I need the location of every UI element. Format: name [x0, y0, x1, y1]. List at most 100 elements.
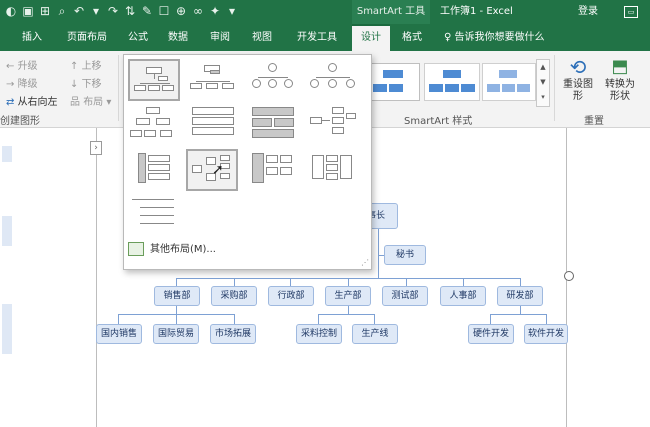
connector-line: [176, 314, 177, 324]
layout-name-title-org-chart[interactable]: [188, 59, 240, 101]
org-node-material-control[interactable]: 采料控制: [296, 324, 342, 344]
ribbon-display-options-icon[interactable]: ▭: [624, 6, 638, 18]
more-styles-icon[interactable]: ▾: [537, 90, 549, 105]
connector-line: [348, 278, 349, 286]
org-node-dept-admin[interactable]: 行政部: [268, 286, 314, 306]
move-down-button[interactable]: ↓ 下移: [70, 75, 102, 90]
resize-grip-icon[interactable]: ⋰: [361, 258, 369, 267]
text-icon[interactable]: ✦: [208, 3, 222, 19]
tell-me-search[interactable]: ♀ 告诉我你想要做什么: [444, 24, 545, 51]
org-node-domestic-sales[interactable]: 国内销售: [96, 324, 142, 344]
smartart-style-subtle[interactable]: [424, 63, 480, 101]
tab-developer[interactable]: 开发工具: [288, 24, 346, 51]
layout-labeled-hierarchy[interactable]: [188, 103, 240, 145]
scroll-down-icon[interactable]: ▼: [537, 75, 549, 90]
sort-icon[interactable]: ⇅: [123, 3, 137, 19]
reset-graphic-button[interactable]: ⟲ 重设图形: [560, 55, 596, 103]
layout-hierarchy-list[interactable]: [128, 149, 180, 191]
save-icon[interactable]: ▣: [21, 3, 35, 19]
move-up-button[interactable]: ↑ 上移: [70, 57, 102, 72]
smartart-style-moderate[interactable]: [482, 63, 536, 101]
login-link[interactable]: 登录: [578, 0, 598, 24]
convert-label: 转换为: [605, 79, 635, 90]
demote-button[interactable]: → 降级: [6, 75, 38, 90]
org-node-dept-purchasing[interactable]: 采购部: [211, 286, 257, 306]
customize-qat-icon[interactable]: ▾: [225, 3, 239, 19]
org-node-intl-trade[interactable]: 国际贸易: [153, 324, 199, 344]
layout-architecture[interactable]: [248, 149, 300, 191]
text-pane-edge: [2, 146, 12, 162]
layout-lined-list[interactable]: [128, 193, 180, 235]
layout-horizontal-hierarchy[interactable]: ➚: [186, 149, 238, 191]
promote-button[interactable]: ← 升级: [6, 57, 38, 72]
undo-dropdown-icon[interactable]: ▾: [89, 3, 103, 19]
layout-org-chart[interactable]: [128, 59, 180, 101]
layout-hierarchy[interactable]: [128, 103, 180, 145]
group-divider: [118, 55, 119, 121]
org-node-dept-hr[interactable]: 人事部: [440, 286, 486, 306]
smartart-style-simple[interactable]: [368, 63, 420, 101]
tab-design[interactable]: 设计: [352, 24, 390, 51]
layout-button[interactable]: 品 布局 ▾: [70, 93, 111, 108]
connector-line: [378, 228, 379, 278]
reset-graphic-label: 重设图形: [563, 79, 593, 102]
ribbon-tabs: 插入 页面布局 公式 数据 审阅 视图 开发工具 设计 格式 ♀ 告诉我你想要做…: [0, 24, 650, 51]
org-node-assistant[interactable]: 秘书: [384, 245, 426, 265]
save-as-icon[interactable]: ⊞: [38, 3, 52, 19]
convert-to-shapes-button[interactable]: ⬒ 转换为 形状: [600, 55, 640, 103]
connector-line: [406, 278, 407, 286]
insert-icon[interactable]: ⊕: [174, 3, 188, 19]
org-node-hardware-dev[interactable]: 硬件开发: [468, 324, 514, 344]
org-node-dept-production[interactable]: 生产部: [325, 286, 371, 306]
connector-line: [176, 278, 177, 286]
link-icon[interactable]: ∞: [191, 3, 205, 19]
org-node-dept-rnd[interactable]: 研发部: [497, 286, 543, 306]
comment-icon[interactable]: ☐: [157, 3, 171, 19]
smartart-frame-left-edge: [96, 128, 97, 427]
connector-line: [546, 314, 547, 324]
tab-review[interactable]: 审阅: [202, 24, 238, 51]
undo-icon[interactable]: ↶: [72, 3, 86, 19]
mouse-cursor-icon: ➚: [212, 162, 224, 178]
tell-me-text: 告诉我你想要做什么: [454, 32, 545, 43]
right-to-left-button[interactable]: ⇄ 从右向左: [6, 93, 58, 108]
styles-gallery-scroll[interactable]: ▲ ▼ ▾: [536, 59, 550, 107]
move-up-label: 上移: [81, 61, 102, 72]
print-preview-icon[interactable]: ⌕: [55, 3, 69, 19]
smartart-styles-group-label: SmartArt 样式: [404, 116, 473, 127]
group-divider: [554, 55, 555, 121]
redo-icon[interactable]: ↷: [106, 3, 120, 19]
tab-page-layout[interactable]: 页面布局: [58, 24, 116, 51]
text-pane-toggle-icon[interactable]: ›: [90, 141, 102, 155]
demote-icon: →: [6, 79, 18, 90]
format-painter-icon[interactable]: ✎: [140, 3, 154, 19]
promote-icon: ←: [6, 61, 18, 72]
org-node-dept-testing[interactable]: 测试部: [382, 286, 428, 306]
title-bar: ◐ ▣ ⊞ ⌕ ↶ ▾ ↷ ⇅ ✎ ☐ ⊕ ∞ ✦ ▾ SmartArt 工具 …: [0, 0, 650, 24]
resize-handle[interactable]: [564, 271, 574, 281]
org-node-market-expansion[interactable]: 市场拓展: [210, 324, 256, 344]
tab-data[interactable]: 数据: [160, 24, 196, 51]
layout-table-hierarchy[interactable]: [248, 103, 300, 145]
layout-horizontal-org-chart[interactable]: [308, 103, 360, 145]
tab-insert[interactable]: 插入: [14, 24, 50, 51]
connector-line: [490, 314, 546, 315]
autosave-icon[interactable]: ◐: [4, 3, 18, 19]
connector-line: [490, 314, 491, 324]
org-node-dept-sales[interactable]: 销售部: [154, 286, 200, 306]
layout-circle-picture-hierarchy[interactable]: [248, 59, 300, 101]
connector-line: [234, 314, 235, 324]
scroll-up-icon[interactable]: ▲: [537, 60, 549, 75]
layout-horizontal-multi-level[interactable]: [308, 149, 360, 191]
tab-formulas[interactable]: 公式: [120, 24, 156, 51]
layout-name-title-circle-hierarchy[interactable]: [308, 59, 360, 101]
more-layouts-item[interactable]: 其他布局(M)...: [128, 241, 216, 259]
org-node-production-line[interactable]: 生产线: [352, 324, 398, 344]
connector-line: [290, 278, 291, 286]
tab-format[interactable]: 格式: [394, 24, 430, 51]
right-to-left-icon: ⇄: [6, 97, 18, 108]
connector-line: [520, 306, 521, 314]
connector-line: [374, 314, 375, 324]
org-node-software-dev[interactable]: 软件开发: [524, 324, 568, 344]
tab-view[interactable]: 视图: [244, 24, 280, 51]
